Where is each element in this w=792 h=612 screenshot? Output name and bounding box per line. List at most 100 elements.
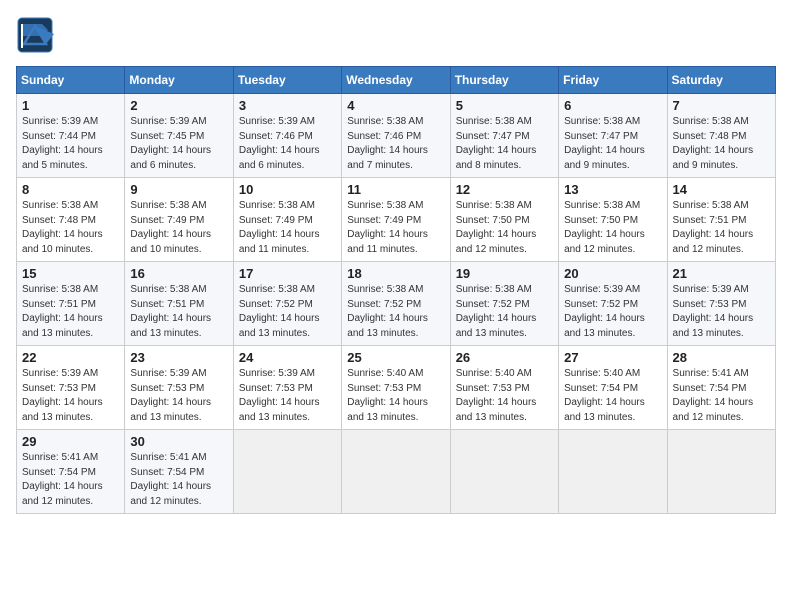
- calendar-cell: 2Sunrise: 5:39 AMSunset: 7:45 PMDaylight…: [125, 94, 233, 178]
- calendar-cell: 6 Sunrise: 5:38 AMSunset: 7:47 PMDaylight…: [559, 94, 667, 178]
- day-number: 16: [130, 266, 227, 281]
- calendar-cell: 15 Sunrise: 5:38 AMSunset: 7:51 PMDayligh…: [17, 262, 125, 346]
- day-number: 30: [130, 434, 227, 449]
- daylight-label: Daylight: 14 hours: [673, 145, 754, 156]
- day-info: Sunrise: 5:40 AMSunset: 7:54 PMDaylight:…: [564, 367, 661, 425]
- daylight-label: Daylight: 14 hours: [130, 481, 211, 492]
- daylight-label: Daylight: 14 hours: [22, 313, 103, 324]
- calendar-cell: 13Sunrise: 5:38 AMSunset: 7:50 PMDayligh…: [559, 178, 667, 262]
- daylight-label: Daylight: 14 hours: [673, 313, 754, 324]
- day-info: Sunrise: 5:39 AMSunset: 7:46 PMDaylight:…: [239, 115, 336, 173]
- calendar-cell: 19 Sunrise: 5:38 AMSunset: 7:52 PMDayligh…: [450, 262, 558, 346]
- calendar-week-1: 1Sunrise: 5:39 AMSunset: 7:44 PMDaylight…: [17, 94, 776, 178]
- day-number: 21: [673, 266, 770, 281]
- daylight-label: Daylight: 14 hours: [347, 145, 428, 156]
- calendar-header-sunday: Sunday: [17, 67, 125, 94]
- day-number: 1: [22, 98, 119, 113]
- day-number: 2: [130, 98, 227, 113]
- calendar-cell: 27 Sunrise: 5:40 AMSunset: 7:54 PMDayligh…: [559, 346, 667, 430]
- calendar-header-monday: Monday: [125, 67, 233, 94]
- day-number: 6: [564, 98, 661, 113]
- calendar-week-3: 15 Sunrise: 5:38 AMSunset: 7:51 PMDayligh…: [17, 262, 776, 346]
- calendar-cell: 16 Sunrise: 5:38 AMSunset: 7:51 PMDayligh…: [125, 262, 233, 346]
- calendar-cell: 1Sunrise: 5:39 AMSunset: 7:44 PMDaylight…: [17, 94, 125, 178]
- day-info: Sunrise: 5:39 AMSunset: 7:53 PMDaylight:…: [673, 283, 770, 341]
- daylight-label: Daylight: 14 hours: [347, 229, 428, 240]
- day-info: Sunrise: 5:38 AMSunset: 7:47 PMDaylight:…: [456, 115, 553, 173]
- day-info: Sunrise: 5:38 AMSunset: 7:46 PMDaylight:…: [347, 115, 444, 173]
- day-info: Sunrise: 5:38 AMSunset: 7:51 PMDaylight:…: [673, 199, 770, 257]
- calendar-table: SundayMondayTuesdayWednesdayThursdayFrid…: [16, 66, 776, 514]
- day-info: Sunrise: 5:41 AMSunset: 7:54 PMDaylight:…: [22, 451, 119, 509]
- calendar-cell: [342, 430, 450, 514]
- calendar-cell: 20Sunrise: 5:39 AMSunset: 7:52 PMDayligh…: [559, 262, 667, 346]
- day-info: Sunrise: 5:38 AMSunset: 7:48 PMDaylight:…: [673, 115, 770, 173]
- daylight-label: Daylight: 14 hours: [239, 229, 320, 240]
- day-info: Sunrise: 5:38 AMSunset: 7:52 PMDaylight:…: [456, 283, 553, 341]
- day-info: Sunrise: 5:39 AMSunset: 7:53 PMDaylight:…: [130, 367, 227, 425]
- daylight-label: Daylight: 14 hours: [564, 397, 645, 408]
- day-info: Sunrise: 5:38 AMSunset: 7:49 PMDaylight:…: [130, 199, 227, 257]
- day-number: 11: [347, 182, 444, 197]
- calendar-cell: 28Sunrise: 5:41 AMSunset: 7:54 PMDayligh…: [667, 346, 775, 430]
- day-number: 27: [564, 350, 661, 365]
- day-number: 4: [347, 98, 444, 113]
- calendar-week-5: 29 Sunrise: 5:41 AMSunset: 7:54 PMDayligh…: [17, 430, 776, 514]
- daylight-label: Daylight: 14 hours: [564, 145, 645, 156]
- day-number: 5: [456, 98, 553, 113]
- day-info: Sunrise: 5:39 AMSunset: 7:53 PMDaylight:…: [22, 367, 119, 425]
- calendar-cell: [559, 430, 667, 514]
- day-number: 7: [673, 98, 770, 113]
- calendar-cell: 18Sunrise: 5:38 AMSunset: 7:52 PMDayligh…: [342, 262, 450, 346]
- day-number: 24: [239, 350, 336, 365]
- calendar-week-4: 22 Sunrise: 5:39 AMSunset: 7:53 PMDayligh…: [17, 346, 776, 430]
- calendar-cell: 11Sunrise: 5:38 AMSunset: 7:49 PMDayligh…: [342, 178, 450, 262]
- day-number: 8: [22, 182, 119, 197]
- day-number: 29: [22, 434, 119, 449]
- page-header: [16, 16, 776, 54]
- day-number: 26: [456, 350, 553, 365]
- day-number: 3: [239, 98, 336, 113]
- day-number: 19: [456, 266, 553, 281]
- day-number: 25: [347, 350, 444, 365]
- daylight-label: Daylight: 14 hours: [22, 481, 103, 492]
- day-info: Sunrise: 5:40 AMSunset: 7:53 PMDaylight:…: [456, 367, 553, 425]
- calendar-header-friday: Friday: [559, 67, 667, 94]
- day-number: 9: [130, 182, 227, 197]
- day-number: 15: [22, 266, 119, 281]
- calendar-cell: 7 Sunrise: 5:38 AMSunset: 7:48 PMDaylight…: [667, 94, 775, 178]
- calendar-week-2: 8 Sunrise: 5:38 AMSunset: 7:48 PMDaylight…: [17, 178, 776, 262]
- daylight-label: Daylight: 14 hours: [564, 229, 645, 240]
- day-number: 12: [456, 182, 553, 197]
- calendar-cell: [667, 430, 775, 514]
- daylight-label: Daylight: 14 hours: [347, 313, 428, 324]
- daylight-label: Daylight: 14 hours: [456, 229, 537, 240]
- day-info: Sunrise: 5:38 AMSunset: 7:47 PMDaylight:…: [564, 115, 661, 173]
- day-info: Sunrise: 5:41 AMSunset: 7:54 PMDaylight:…: [130, 451, 227, 509]
- day-info: Sunrise: 5:38 AMSunset: 7:51 PMDaylight:…: [22, 283, 119, 341]
- calendar-cell: [450, 430, 558, 514]
- calendar-cell: 14 Sunrise: 5:38 AMSunset: 7:51 PMDayligh…: [667, 178, 775, 262]
- day-info: Sunrise: 5:39 AMSunset: 7:53 PMDaylight:…: [239, 367, 336, 425]
- day-number: 18: [347, 266, 444, 281]
- day-info: Sunrise: 5:39 AMSunset: 7:52 PMDaylight:…: [564, 283, 661, 341]
- calendar-cell: 22 Sunrise: 5:39 AMSunset: 7:53 PMDayligh…: [17, 346, 125, 430]
- day-info: Sunrise: 5:41 AMSunset: 7:54 PMDaylight:…: [673, 367, 770, 425]
- calendar-cell: 9 Sunrise: 5:38 AMSunset: 7:49 PMDaylight…: [125, 178, 233, 262]
- day-number: 14: [673, 182, 770, 197]
- calendar-header-thursday: Thursday: [450, 67, 558, 94]
- day-info: Sunrise: 5:38 AMSunset: 7:50 PMDaylight:…: [564, 199, 661, 257]
- daylight-label: Daylight: 14 hours: [239, 397, 320, 408]
- daylight-label: Daylight: 14 hours: [239, 313, 320, 324]
- daylight-label: Daylight: 14 hours: [347, 397, 428, 408]
- calendar-cell: 23Sunrise: 5:39 AMSunset: 7:53 PMDayligh…: [125, 346, 233, 430]
- daylight-label: Daylight: 14 hours: [130, 313, 211, 324]
- day-number: 22: [22, 350, 119, 365]
- day-info: Sunrise: 5:38 AMSunset: 7:51 PMDaylight:…: [130, 283, 227, 341]
- calendar-header-saturday: Saturday: [667, 67, 775, 94]
- day-info: Sunrise: 5:38 AMSunset: 7:48 PMDaylight:…: [22, 199, 119, 257]
- logo-icon: [16, 16, 54, 54]
- calendar-cell: 21 Sunrise: 5:39 AMSunset: 7:53 PMDayligh…: [667, 262, 775, 346]
- day-info: Sunrise: 5:40 AMSunset: 7:53 PMDaylight:…: [347, 367, 444, 425]
- calendar-cell: 24 Sunrise: 5:39 AMSunset: 7:53 PMDayligh…: [233, 346, 341, 430]
